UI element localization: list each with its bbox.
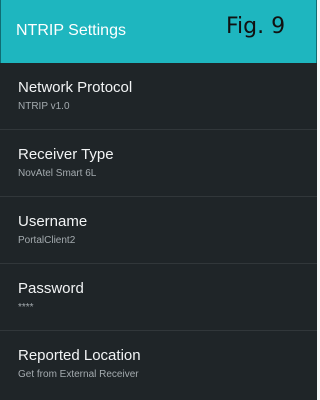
setting-value: PortalClient2 xyxy=(18,235,76,246)
setting-title: Network Protocol xyxy=(18,79,133,96)
settings-list: Network Protocol NTRIP v1.0 Receiver Typ… xyxy=(0,63,317,400)
setting-network-protocol[interactable]: Network Protocol NTRIP v1.0 xyxy=(0,63,317,130)
page-title: NTRIP Settings xyxy=(16,22,126,39)
figure-label: Fig. 9 xyxy=(226,14,286,39)
setting-title: Password xyxy=(18,280,84,297)
setting-receiver-type[interactable]: Receiver Type NovAtel Smart 6L xyxy=(0,130,317,197)
setting-value: NovAtel Smart 6L xyxy=(18,168,97,179)
ntrip-settings-screen: NTRIP Settings Fig. 9 Network Protocol N… xyxy=(0,0,317,400)
setting-password[interactable]: Password **** xyxy=(0,264,317,331)
setting-username[interactable]: Username PortalClient2 xyxy=(0,197,317,264)
setting-reported-location[interactable]: Reported Location Get from External Rece… xyxy=(0,331,317,397)
setting-value: Get from External Receiver xyxy=(18,369,139,380)
setting-title: Receiver Type xyxy=(18,146,114,163)
setting-value: NTRIP v1.0 xyxy=(18,101,70,112)
setting-title: Reported Location xyxy=(18,347,141,364)
setting-value: **** xyxy=(18,302,34,313)
setting-title: Username xyxy=(18,213,88,230)
